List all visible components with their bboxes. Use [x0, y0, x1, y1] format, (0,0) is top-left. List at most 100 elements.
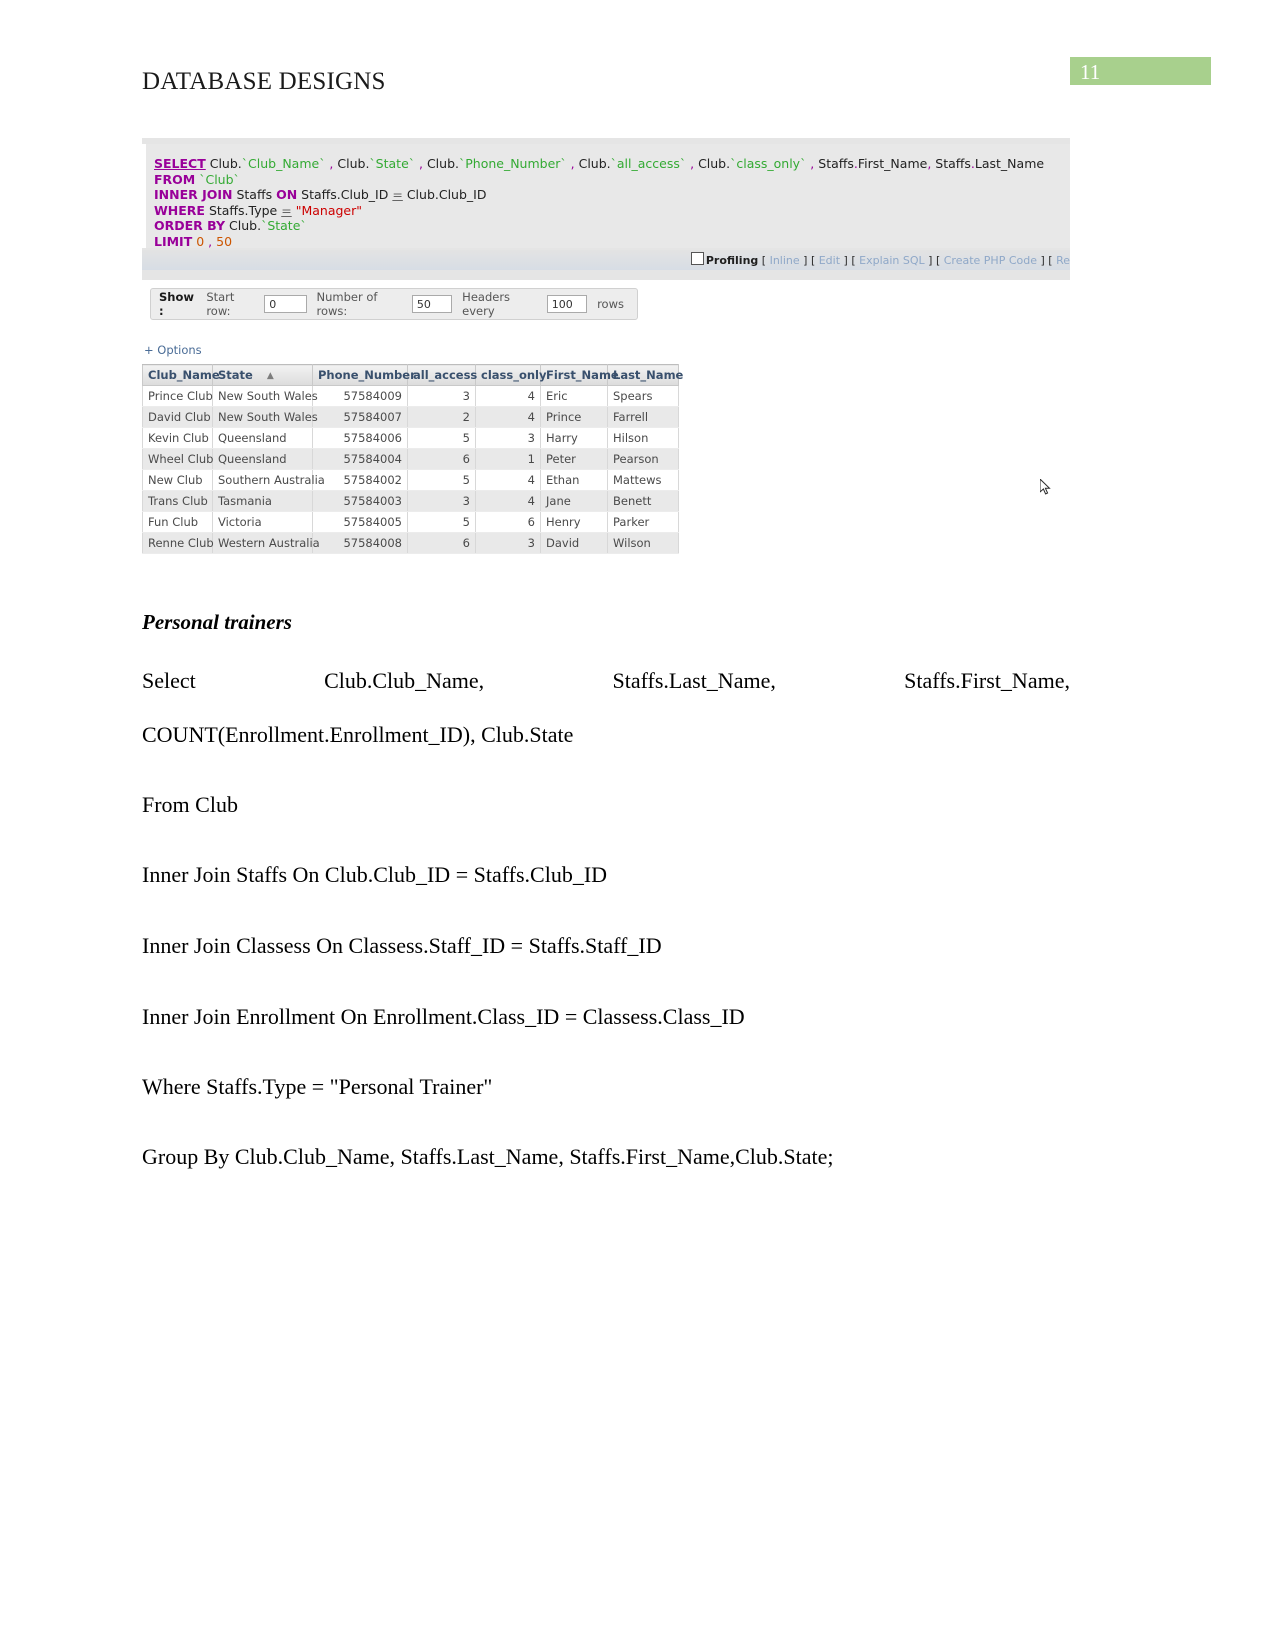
cell-all-access: 6 [407, 448, 476, 470]
sql-query-box: SELECT Club.`Club_Name` , Club.`State` ,… [142, 144, 1070, 249]
column-header-class-only[interactable]: class_only [475, 364, 547, 386]
create-php-code-link[interactable]: Create PHP Code [944, 254, 1037, 267]
column-header-club-name[interactable]: Club_Name [142, 364, 220, 386]
cell-phone-number: 57584006 [312, 427, 408, 449]
page-title: DATABASE DESIGNS [142, 68, 386, 95]
column-header-state[interactable]: State ▲ [212, 364, 313, 386]
sql-text-group-by-line: Group By Club.Club_Name, Staffs.Last_Nam… [142, 1144, 834, 1169]
cell-last-name: Hilson [607, 427, 679, 449]
options-toggle-link[interactable]: + Options [144, 343, 202, 357]
profiling-checkbox[interactable] [690, 252, 704, 265]
sql-query-text: SELECT Club.`Club_Name` , Club.`State` ,… [154, 156, 1045, 249]
table-row: Kevin Club Queensland 57584006 5 3 Harry… [142, 427, 679, 449]
cell-last-name: Pearson [607, 448, 679, 470]
column-header-phone-number[interactable]: Phone_Number [312, 364, 416, 386]
column-header-all-access[interactable]: all_access [407, 364, 477, 386]
cell-last-name: Farrell [607, 406, 679, 428]
cell-first-name: Henry [540, 511, 608, 533]
cell-phone-number: 57584004 [312, 448, 408, 470]
table-row: David Club New South Wales 57584007 2 4 … [142, 406, 679, 428]
sort-ascending-icon: ▲ [266, 371, 274, 381]
cell-all-access: 5 [407, 511, 476, 533]
number-of-rows-label: Number of rows: [316, 290, 378, 318]
edit-link[interactable]: Edit [819, 254, 840, 267]
explain-sql-link[interactable]: Explain SQL [859, 254, 925, 267]
select-field-club-name: Club.Club_Name, [324, 668, 485, 693]
cell-all-access: 5 [407, 427, 476, 449]
cell-state: Queensland [212, 448, 313, 470]
cell-last-name: Parker [607, 511, 679, 533]
start-row-input[interactable]: 0 [264, 295, 307, 313]
cell-phone-number: 57584007 [312, 406, 408, 428]
cell-last-name: Benett [607, 490, 679, 512]
cell-club-name: David Club [142, 406, 213, 428]
cell-last-name: Mattews [607, 469, 679, 491]
cell-state: Queensland [212, 427, 313, 449]
sql-action-links-bar[interactable]: Profiling [ Inline ] [ Edit ] [ Explain … [142, 250, 1070, 270]
cell-all-access: 3 [407, 385, 476, 407]
cell-club-name: Trans Club [142, 490, 213, 512]
cell-all-access: 6 [407, 532, 476, 554]
cell-club-name: New Club [142, 469, 213, 491]
start-row-label: Start row: [206, 290, 235, 318]
number-of-rows-input[interactable]: 50 [411, 295, 453, 313]
cell-state: Victoria [212, 511, 313, 533]
cell-phone-number: 57584008 [312, 532, 408, 554]
cell-class-only: 3 [475, 427, 541, 449]
cell-all-access: 2 [407, 406, 476, 428]
table-row: Wheel Club Queensland 57584004 6 1 Peter… [142, 448, 679, 470]
table-header-row: Club_Name State ▲ Phone_Number all_access… [142, 364, 683, 386]
sql-text-where-line: Where Staffs.Type = "Personal Trainer" [142, 1074, 493, 1099]
column-header-first-name[interactable]: First_Name [540, 364, 619, 386]
column-header-last-name[interactable]: Last_Name [607, 364, 683, 386]
table-row: Prince Club New South Wales 57584009 3 4… [142, 385, 679, 407]
show-rows-strip: Show : Start row: 0 Number of rows: 50 H… [150, 288, 638, 320]
truncated-link[interactable]: Re [1056, 254, 1070, 267]
cell-first-name: Prince [540, 406, 608, 428]
cell-state: Tasmania [212, 490, 313, 512]
cell-all-access: 3 [407, 490, 476, 512]
cell-state: New South Wales [212, 406, 318, 428]
page-number: 11 [1080, 60, 1101, 84]
query-results-table: Club_Name State ▲ Phone_Number all_access… [142, 364, 683, 554]
cell-state: Western Australia [212, 532, 320, 554]
table-body: Prince Club New South Wales 57584009 3 4… [142, 385, 679, 554]
cell-class-only: 4 [475, 469, 541, 491]
table-row: New Club Southern Australia 57584002 5 4… [142, 469, 679, 491]
cell-club-name: Fun Club [142, 511, 213, 533]
cell-phone-number: 57584002 [312, 469, 408, 491]
cell-first-name: Peter [540, 448, 608, 470]
cell-club-name: Wheel Club [142, 448, 213, 470]
show-label: Show : [159, 290, 194, 318]
headers-every-input[interactable]: 100 [546, 295, 588, 313]
mouse-pointer-icon [1040, 479, 1051, 495]
inline-link[interactable]: Inline [770, 254, 800, 267]
phpmyadmin-sql-panel-screenshot: SELECT Club.`Club_Name` , Club.`State` ,… [142, 138, 1070, 280]
cell-first-name: Ethan [540, 469, 608, 491]
column-header-state-label: State [218, 368, 253, 382]
rows-label: rows [597, 297, 624, 311]
cell-last-name: Wilson [607, 532, 679, 554]
sql-text-inner-join-classess-line: Inner Join Classess On Classess.Staff_ID… [142, 933, 662, 958]
cell-first-name: Harry [540, 427, 608, 449]
table-row: Trans Club Tasmania 57584003 3 4 Jane Be… [142, 490, 679, 512]
query-results-table-wrapper: Club_Name State ▲ Phone_Number all_access… [142, 364, 683, 554]
sql-text-select-line: Select Club.Club_Name, Staffs.Last_Name,… [142, 667, 1070, 695]
cell-state: New South Wales [212, 385, 318, 407]
table-row: Fun Club Victoria 57584005 5 6 Henry Par… [142, 511, 679, 533]
cell-class-only: 4 [475, 490, 541, 512]
sql-text-inner-join-staffs-line: Inner Join Staffs On Club.Club_ID = Staf… [142, 862, 608, 887]
section-heading-personal-trainers: Personal trainers [142, 610, 292, 634]
cell-first-name: Eric [540, 385, 608, 407]
select-keyword: Select [142, 668, 196, 693]
sql-text-inner-join-enrollment-line: Inner Join Enrollment On Enrollment.Clas… [142, 1004, 745, 1029]
cell-class-only: 4 [475, 406, 541, 428]
cell-phone-number: 57584003 [312, 490, 408, 512]
select-field-first-name: Staffs.First_Name, [904, 668, 1070, 693]
sql-text-from-line: From Club [142, 792, 238, 817]
cell-class-only: 3 [475, 532, 541, 554]
cell-first-name: David [540, 532, 608, 554]
cell-state: Southern Australia [212, 469, 325, 491]
cell-club-name: Renne Club [142, 532, 214, 554]
profiling-label: Profiling [705, 254, 759, 267]
